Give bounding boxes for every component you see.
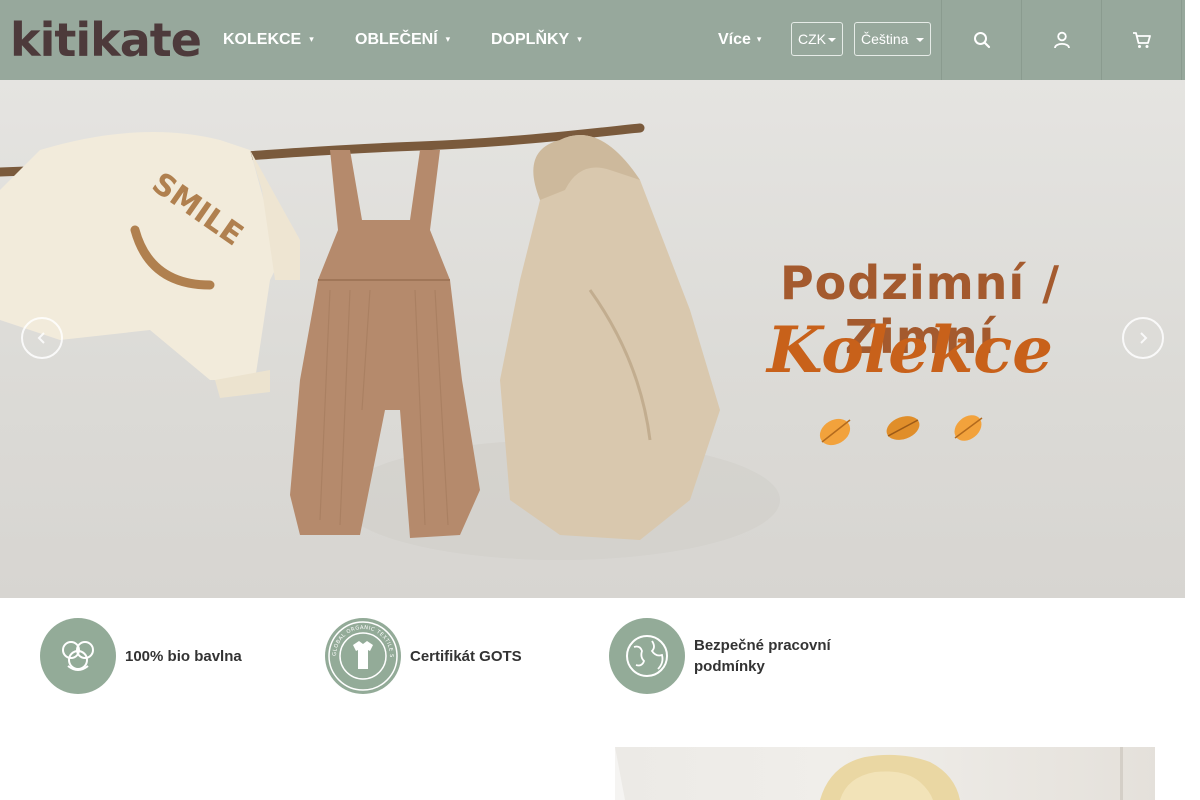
feature-label: Certifikát GOTS (410, 647, 522, 665)
chevron-down-icon: ▾ (756, 34, 762, 44)
hero-subtitle: Kolekce (767, 313, 1053, 388)
slider-next-button[interactable] (1122, 317, 1164, 359)
user-icon (1054, 31, 1070, 49)
nav-more-label: Více (718, 31, 751, 48)
feature-organic-cotton: 100% bio bavlna (40, 618, 242, 694)
currency-select[interactable]: CZK (791, 22, 843, 56)
cart-icon (1133, 32, 1151, 48)
nav-item-obleceni[interactable]: OBLEČENÍ ▾ (355, 0, 450, 80)
nav-label: KOLEKCE (223, 31, 302, 49)
chevron-right-icon (1140, 332, 1148, 344)
nav-label: OBLEČENÍ (355, 31, 438, 49)
chevron-down-icon: ▾ (445, 34, 451, 44)
cotton-icon (40, 618, 116, 694)
feature-label: Bezpečné pracovní podmínky (694, 637, 831, 675)
nav-label: DOPLŇKY (491, 31, 570, 49)
promo-image[interactable] (615, 747, 1165, 800)
nav-item-kolekce[interactable]: KOLEKCE ▾ (223, 0, 314, 80)
earth-icon (609, 618, 685, 694)
chevron-left-icon (37, 332, 45, 344)
nav-more[interactable]: Více ▾ (718, 0, 761, 80)
feature-label: 100% bio bavlna (125, 647, 242, 665)
header-divider (1181, 0, 1182, 80)
child-photo (615, 747, 1165, 800)
site-logo[interactable]: kitikate (10, 17, 202, 63)
language-value: Čeština (861, 31, 909, 47)
hero-slider: SMILE Podzimní / Zimní Kolekce (0, 80, 1185, 598)
chevron-down-icon: ▾ (309, 34, 314, 44)
search-button[interactable] (941, 0, 1022, 80)
account-button[interactable] (1021, 0, 1102, 80)
feature-working-conditions: Bezpečné pracovní podmínky (609, 618, 854, 694)
search-icon (974, 32, 991, 49)
feature-gots: GLOBAL ORGANIC TEXTILE STANDARD · GOTS C… (325, 618, 522, 694)
leaf-decoration (819, 415, 983, 446)
language-select[interactable]: Čeština (854, 22, 931, 56)
slider-prev-button[interactable] (21, 317, 63, 359)
currency-value: CZK (798, 31, 826, 47)
nav-item-doplnky[interactable]: DOPLŇKY ▾ (491, 0, 582, 80)
caret-down-icon (828, 38, 836, 42)
site-header: kitikate KOLEKCE ▾ OBLEČENÍ ▾ DOPLŇKY ▾ Víc… (0, 0, 1185, 80)
cart-button[interactable] (1101, 0, 1182, 80)
caret-down-icon (916, 38, 924, 42)
chevron-down-icon: ▾ (577, 34, 582, 44)
gots-icon: GLOBAL ORGANIC TEXTILE STANDARD · GOTS (325, 618, 401, 694)
